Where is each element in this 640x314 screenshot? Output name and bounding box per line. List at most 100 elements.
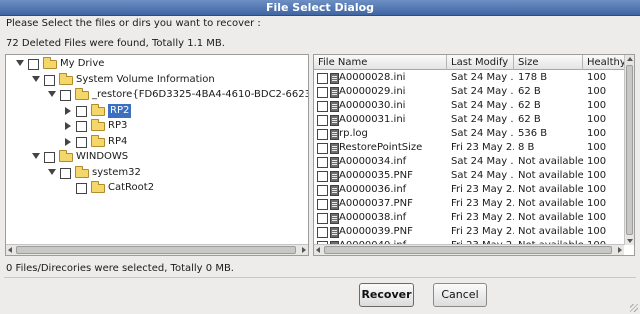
expander-open-icon[interactable] — [32, 75, 40, 82]
recover-button[interactable]: Recover — [359, 283, 414, 307]
file-row-checkbox[interactable] — [317, 101, 328, 112]
tree-item[interactable]: system32 — [6, 165, 306, 180]
tree-item-checkbox[interactable] — [76, 183, 87, 194]
tree-item[interactable]: _restore{FD6D3325-4BA4-4610-BDC2-6623592… — [6, 88, 308, 102]
file-row-checkbox[interactable] — [317, 157, 328, 168]
file-list-vertical-scrollbar[interactable] — [624, 55, 634, 245]
file-row-checkbox[interactable] — [317, 213, 328, 224]
expander-open-icon[interactable] — [16, 60, 24, 66]
tree-item-checkbox[interactable] — [44, 74, 55, 86]
expander-open-icon[interactable] — [48, 91, 56, 97]
scroll-thumb[interactable] — [16, 246, 296, 254]
size-cell: 178 B — [518, 72, 548, 83]
tree-item-checkbox[interactable] — [60, 167, 71, 179]
expander-open-icon[interactable] — [48, 168, 56, 175]
file-row-checkbox[interactable] — [317, 143, 328, 154]
file-row-checkbox[interactable] — [317, 185, 328, 196]
tree-item-label[interactable]: RP3 — [108, 119, 127, 133]
file-row[interactable]: A0000038.inf Fri 23 May 2... Not available… — [314, 211, 626, 225]
file-row-checkbox[interactable] — [317, 115, 328, 126]
expander-closed-icon[interactable] — [65, 137, 71, 146]
scroll-right-icon[interactable] — [302, 247, 306, 253]
healthy-cell: 100 — [587, 198, 607, 209]
healthy-cell: 100 — [587, 100, 607, 111]
file-row[interactable]: A0000037.PNF Fri 23 May 2... Not available… — [314, 197, 626, 211]
size-cell: Not available — [518, 198, 583, 209]
file-name-cell: A0000034.inf — [339, 156, 407, 167]
tree-item-label[interactable]: _restore{FD6D3325-4BA4-4610-BDC2-6623592… — [92, 88, 308, 102]
column-size[interactable]: Size — [514, 55, 583, 70]
tree-item-label[interactable]: System Volume Information — [76, 73, 215, 87]
file-row[interactable]: A0000030.ini Sat 24 May ... 62 B 100 — [314, 99, 626, 113]
file-row[interactable]: rp.log Sat 24 May ... 536 B 100 — [314, 127, 626, 141]
file-row[interactable]: A0000034.inf Sat 24 May ... Not available 1… — [314, 155, 626, 169]
folder-icon — [59, 150, 73, 162]
column-last-modify[interactable]: Last Modify — [447, 55, 514, 70]
file-row[interactable]: A0000029.ini Sat 24 May ... 62 B 100 — [314, 85, 626, 99]
tree-item-checkbox[interactable] — [76, 105, 87, 117]
column-file-name[interactable]: File Name — [314, 55, 447, 70]
scroll-thumb[interactable] — [324, 246, 612, 254]
file-row-checkbox[interactable] — [317, 199, 328, 210]
scroll-left-icon[interactable] — [8, 247, 12, 253]
file-row-checkbox[interactable] — [317, 129, 328, 140]
tree-item[interactable]: RP2 — [6, 103, 306, 118]
tree-item-label[interactable]: WINDOWS — [76, 150, 128, 164]
file-row[interactable]: A0000035.PNF Sat 24 May ... Not available 1… — [314, 169, 626, 183]
column-healthy[interactable]: Healthy — [583, 55, 626, 70]
tree-item-checkbox[interactable] — [76, 136, 87, 148]
last-modify-cell: Fri 23 May 2... — [451, 142, 514, 153]
file-row[interactable]: RestorePointSize Fri 23 May 2... 8 B 100 — [314, 141, 626, 155]
tree-item[interactable]: System Volume Information — [6, 72, 306, 87]
cancel-button[interactable]: Cancel — [433, 283, 487, 307]
file-row-checkbox[interactable] — [317, 73, 328, 84]
tree-horizontal-scrollbar[interactable] — [6, 244, 308, 255]
file-list-horizontal-scrollbar[interactable] — [314, 244, 624, 255]
tree-item[interactable]: My Drive — [6, 57, 306, 71]
scroll-up-icon[interactable] — [627, 57, 633, 61]
last-modify-cell: Fri 23 May 2... — [451, 184, 514, 195]
size-cell: Not available — [518, 184, 583, 195]
healthy-cell: 100 — [587, 184, 607, 195]
file-row[interactable]: A0000039.PNF Fri 23 May 2... Not available… — [314, 225, 626, 239]
expander-open-icon[interactable] — [32, 153, 40, 159]
tree-item-checkbox[interactable] — [28, 59, 39, 70]
tree-item-label[interactable]: RP2 — [108, 103, 132, 118]
healthy-cell: 100 — [587, 170, 607, 181]
file-name-cell: A0000039.PNF — [339, 226, 413, 237]
file-row-checkbox[interactable] — [317, 227, 328, 238]
scroll-right-icon[interactable] — [618, 247, 622, 253]
resize-grip-icon[interactable] — [630, 304, 638, 312]
last-modify-cell: Fri 23 May 2... — [451, 226, 514, 237]
size-cell: 62 B — [518, 114, 541, 125]
directory-tree[interactable]: My Drive System Volume Information _restor… — [5, 54, 309, 256]
scroll-thumb[interactable] — [626, 65, 633, 235]
tree-item-label[interactable]: My Drive — [60, 57, 104, 71]
tree-item[interactable]: RP4 — [6, 134, 306, 149]
expander-closed-icon[interactable] — [65, 106, 71, 115]
tree-item-checkbox[interactable] — [76, 121, 87, 132]
file-row[interactable]: A0000036.inf Fri 23 May 2... Not available… — [314, 183, 626, 197]
prompt-text: Please Select the files or dirs you want… — [6, 18, 261, 29]
scroll-left-icon[interactable] — [316, 247, 320, 253]
file-row-checkbox[interactable] — [317, 87, 328, 98]
tree-item-checkbox[interactable] — [60, 90, 71, 101]
tree-item[interactable]: WINDOWS — [6, 150, 306, 164]
file-list[interactable]: File Name Last Modify Size Healthy A0000… — [313, 54, 635, 256]
file-row[interactable]: A0000028.ini Sat 24 May ... 178 B 100 — [314, 71, 626, 85]
file-row[interactable]: A0000031.ini Sat 24 May ... 62 B 100 — [314, 113, 626, 127]
tree-item-checkbox[interactable] — [44, 152, 55, 163]
tree-item-label[interactable]: system32 — [92, 166, 141, 180]
healthy-cell: 100 — [587, 114, 607, 125]
tree-item-label[interactable]: CatRoot2 — [108, 181, 154, 195]
last-modify-cell: Sat 24 May ... — [451, 128, 514, 139]
expander-closed-icon[interactable] — [65, 122, 71, 130]
folder-icon — [75, 88, 89, 100]
tree-item[interactable]: RP3 — [6, 119, 306, 133]
healthy-cell: 100 — [587, 142, 607, 153]
tree-item[interactable]: CatRoot2 — [6, 181, 306, 195]
file-row-checkbox[interactable] — [317, 171, 328, 182]
summary-text: 72 Deleted Files were found, Totally 1.1… — [6, 38, 225, 49]
tree-item-label[interactable]: RP4 — [108, 135, 127, 149]
scroll-down-icon[interactable] — [627, 239, 633, 243]
